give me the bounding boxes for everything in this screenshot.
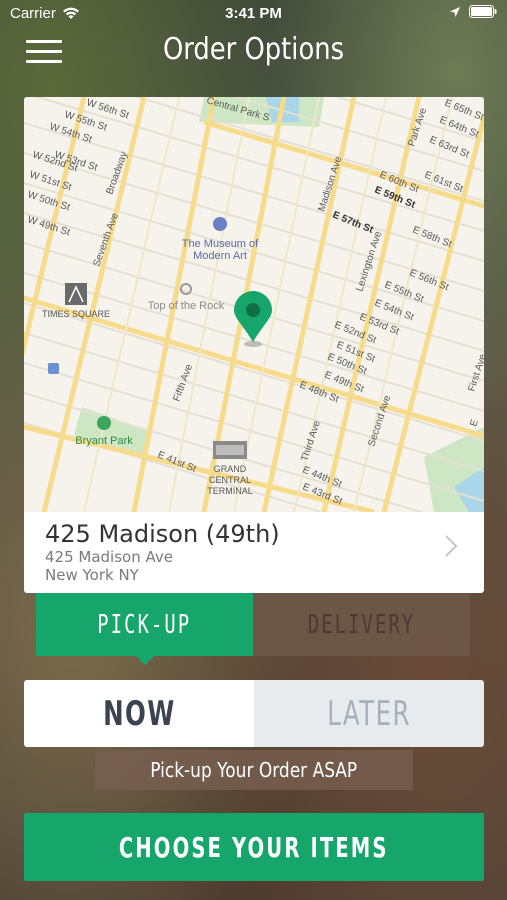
map-label-gct-2: CENTRAL <box>209 475 251 485</box>
map-label-top-of-rock: Top of the Rock <box>148 300 225 312</box>
pickup-tab[interactable]: PICK-UP <box>36 593 253 665</box>
map-label-museum-2: Modern Art <box>193 250 247 262</box>
timing-hint-text: Pick-up Your Order ASAP <box>150 758 358 782</box>
transit-icon <box>48 363 59 374</box>
status-time: 3:41 PM <box>225 5 282 22</box>
store-location-row[interactable]: 425 Madison (49th) 425 Madison Ave New Y… <box>24 512 484 593</box>
pickup-tab-label: PICK-UP <box>97 609 192 640</box>
status-bar: Carrier 3:41 PM <box>0 0 507 28</box>
delivery-tab-label: DELIVERY <box>307 609 416 640</box>
chevron-right-icon <box>445 535 458 557</box>
page-title: Order Options <box>162 32 345 67</box>
grand-central-poi: GRAND CENTRAL TERMINAL <box>207 441 253 496</box>
later-tab-label: LATER <box>327 693 411 734</box>
order-type-segmented-control: PICK-UP DELIVERY <box>36 593 470 665</box>
store-name: 425 Madison (49th) <box>45 520 280 548</box>
location-arrow-icon <box>450 6 460 17</box>
store-card: W 56th St W 55th St W 54th St W 53rd St … <box>24 97 484 593</box>
map-label-bryant-park: Bryant Park <box>75 435 133 447</box>
choose-items-button[interactable]: CHOOSE YOUR ITEMS <box>24 813 484 881</box>
choose-items-label: CHOOSE YOUR ITEMS <box>119 830 389 864</box>
delivery-tab[interactable]: DELIVERY <box>253 593 470 656</box>
battery-icon <box>469 5 497 18</box>
store-map[interactable]: W 56th St W 55th St W 54th St W 53rd St … <box>24 97 484 512</box>
map-label-gct-1: GRAND <box>214 464 247 474</box>
store-address-line2: New York NY <box>45 566 139 584</box>
later-tab[interactable]: LATER <box>254 680 484 747</box>
now-tab[interactable]: NOW <box>24 680 254 747</box>
map-label-museum-1: The Museum of <box>182 238 259 250</box>
nav-bar: Order Options <box>0 28 507 72</box>
store-address-line1: 425 Madison Ave <box>45 548 173 566</box>
timing-hint: Pick-up Your Order ASAP <box>95 750 413 790</box>
timing-segmented-control: NOW LATER <box>24 680 484 747</box>
map-label-times-square: TIMES SQUARE <box>42 309 110 319</box>
status-right <box>449 5 497 18</box>
map-label-gct-3: TERMINAL <box>207 486 253 496</box>
now-tab-label: NOW <box>102 693 176 734</box>
